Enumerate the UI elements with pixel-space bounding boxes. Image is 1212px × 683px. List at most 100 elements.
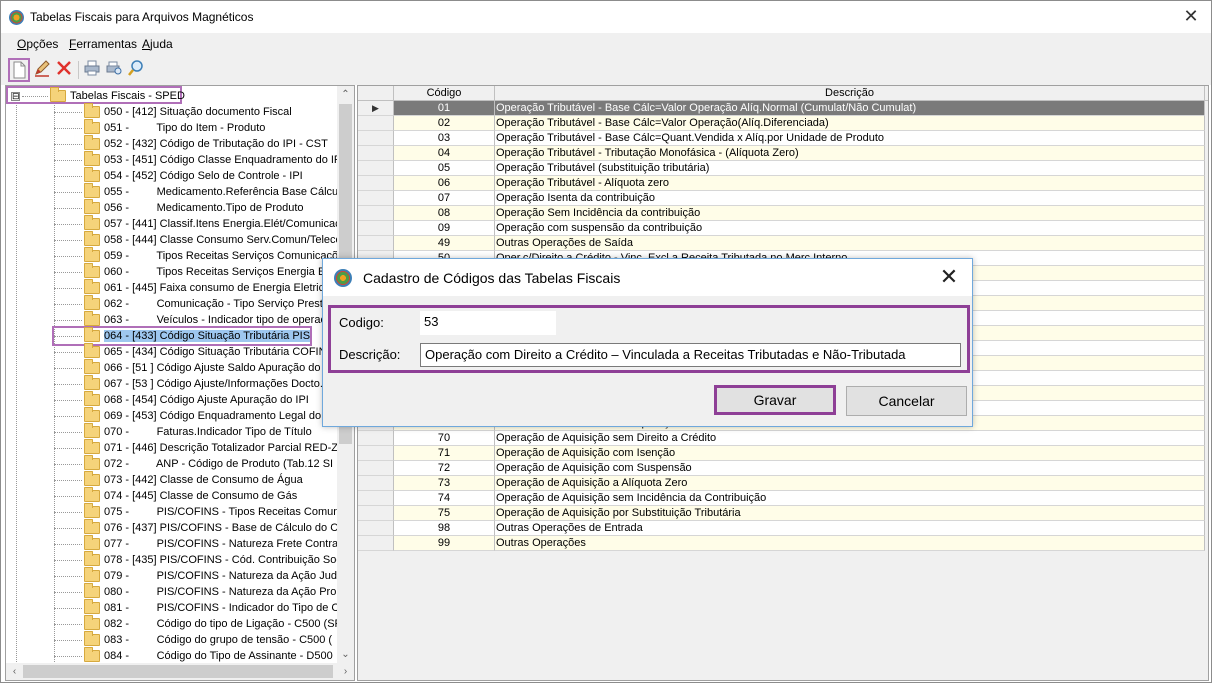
column-header-description[interactable]: Descrição xyxy=(495,86,1205,101)
cell-code[interactable]: 73 xyxy=(394,476,495,491)
table-row[interactable]: 07 Operação Isenta da contribuição xyxy=(358,191,1208,206)
table-row[interactable]: 72 Operação de Aquisição com Suspensão xyxy=(358,461,1208,476)
table-row[interactable]: 49 Outras Operações de Saída xyxy=(358,236,1208,251)
cell-code[interactable]: 72 xyxy=(394,461,495,476)
cell-code[interactable]: 99 xyxy=(394,536,495,551)
tree-item[interactable]: 080 - PIS/COFINS - Natureza da Ação Pro xyxy=(54,583,336,600)
table-row[interactable]: ▶ 01 Operação Tributável - Base Cálc=Valor… xyxy=(358,101,1208,116)
row-indicator[interactable] xyxy=(358,161,394,176)
cell-description[interactable]: Operação Tributável - Base Cálc=Quant.Ve… xyxy=(495,131,1205,146)
cell-code[interactable]: 03 xyxy=(394,131,495,146)
tree-item[interactable]: 060 - Tipos Receitas Serviços Energia El xyxy=(54,263,328,280)
row-indicator[interactable] xyxy=(358,521,394,536)
scroll-right-icon[interactable]: › xyxy=(337,663,354,680)
cell-description[interactable]: Operação Tributável - Base Cálc=Valor Op… xyxy=(495,101,1205,116)
cell-description[interactable]: Operação Tributável - Alíquota zero xyxy=(495,176,1205,191)
cell-code[interactable]: 98 xyxy=(394,521,495,536)
table-row[interactable]: 71 Operação de Aquisição com Isenção xyxy=(358,446,1208,461)
cell-description[interactable]: Operação de Aquisição por Substituição T… xyxy=(495,506,1205,521)
search-button[interactable] xyxy=(126,58,148,82)
dialog-close-button[interactable]: ✕ xyxy=(938,266,960,288)
tree-horizontal-scrollbar[interactable]: ‹ › xyxy=(6,663,354,680)
tree-item[interactable]: 055 - Medicamento.Referência Base Cálcu xyxy=(54,183,338,200)
row-indicator[interactable] xyxy=(358,116,394,131)
codigo-input[interactable]: 53 xyxy=(420,311,556,335)
tree-item[interactable]: 067 - [53 ] Código Ajuste/Informações Do… xyxy=(54,375,323,392)
cell-description[interactable]: Operação de Aquisição com Isenção xyxy=(495,446,1205,461)
tree-item[interactable]: 064 - [433] Código Situação Tributária P… xyxy=(51,326,313,346)
tree-item[interactable]: 057 - [441] Classif.Itens Energia.Elét/C… xyxy=(54,215,341,232)
table-row[interactable]: 02 Operação Tributável - Base Cálc=Valor … xyxy=(358,116,1208,131)
scroll-up-icon[interactable]: ⌃ xyxy=(337,86,354,103)
cell-code[interactable]: 49 xyxy=(394,236,495,251)
row-indicator[interactable] xyxy=(358,491,394,506)
row-indicator[interactable] xyxy=(358,191,394,206)
row-indicator[interactable] xyxy=(358,431,394,446)
tree-item[interactable]: 078 - [435] PIS/COFINS - Cód. Contribuiç… xyxy=(54,551,342,568)
tree-item[interactable]: 061 - [445] Faixa consumo de Energia Ele… xyxy=(54,279,330,296)
tree-item[interactable]: 052 - [432] Código de Tributação do IPI … xyxy=(54,135,328,152)
cell-description[interactable]: Operação de Aquisição sem Incidência da … xyxy=(495,491,1205,506)
current-row-indicator-icon[interactable]: ▶ xyxy=(358,101,394,116)
tree-item[interactable]: 069 - [453] Código Enquadramento Legal d… xyxy=(54,407,327,424)
tree-item[interactable]: 054 - [452] Código Selo de Controle - IP… xyxy=(54,167,303,184)
row-indicator[interactable] xyxy=(358,536,394,551)
row-indicator[interactable] xyxy=(358,446,394,461)
table-row[interactable]: 75 Operação de Aquisição por Substituição… xyxy=(358,506,1208,521)
row-indicator[interactable] xyxy=(358,146,394,161)
cell-code[interactable]: 09 xyxy=(394,221,495,236)
descricao-input[interactable]: Operação com Direito a Crédito – Vincula… xyxy=(420,343,961,367)
cell-description[interactable]: Operação Sem Incidência da contribuição xyxy=(495,206,1205,221)
table-row[interactable]: 05 Operação Tributável (substituição trib… xyxy=(358,161,1208,176)
cell-code[interactable]: 74 xyxy=(394,491,495,506)
cancel-button[interactable]: Cancelar xyxy=(846,386,967,416)
tables-tree[interactable]: ⊟ Tabelas Fiscais - SPED 050 - [412] Sit… xyxy=(5,85,355,681)
row-indicator[interactable] xyxy=(358,236,394,251)
tree-root-node[interactable]: ⊟ Tabelas Fiscais - SPED xyxy=(8,87,185,104)
table-row[interactable]: 73 Operação de Aquisição a Alíquota Zero xyxy=(358,476,1208,491)
print-preview-button[interactable] xyxy=(104,58,126,82)
cell-description[interactable]: Operação com suspensão da contribuição xyxy=(495,221,1205,236)
tree-item[interactable]: 063 - Veículos - Indicador tipo de opera… xyxy=(54,311,326,328)
menu-opcoes[interactable]: Opções xyxy=(17,37,58,51)
tree-item[interactable]: 056 - Medicamento.Tipo de Produto xyxy=(54,199,304,216)
row-indicator[interactable] xyxy=(358,476,394,491)
save-button[interactable]: Gravar xyxy=(714,385,836,415)
row-indicator[interactable] xyxy=(358,221,394,236)
table-row[interactable]: 08 Operação Sem Incidência da contribuiçã… xyxy=(358,206,1208,221)
cell-description[interactable]: Outras Operações xyxy=(495,536,1205,551)
tree-item[interactable]: 053 - [451] Código Classe Enquadramento … xyxy=(54,151,341,168)
tree-item[interactable]: 072 - ANP - Código de Produto (Tab.12 SI xyxy=(54,455,333,472)
scroll-left-icon[interactable]: ‹ xyxy=(6,663,23,680)
table-row[interactable]: 03 Operação Tributável - Base Cálc=Quant.… xyxy=(358,131,1208,146)
row-indicator[interactable] xyxy=(358,131,394,146)
cell-description[interactable]: Outras Operações de Saída xyxy=(495,236,1205,251)
table-row[interactable]: 99 Outras Operações xyxy=(358,536,1208,551)
cell-description[interactable]: Operação de Aquisição a Alíquota Zero xyxy=(495,476,1205,491)
tree-item[interactable]: 058 - [444] Classe Consumo Serv.Comun/Te… xyxy=(54,231,342,248)
cell-description[interactable]: Operação de Aquisição sem Direito a Créd… xyxy=(495,431,1205,446)
delete-record-button[interactable] xyxy=(54,58,76,82)
table-row[interactable]: 70 Operação de Aquisição sem Direito a Cr… xyxy=(358,431,1208,446)
cell-code[interactable]: 06 xyxy=(394,176,495,191)
tree-item[interactable]: 079 - PIS/COFINS - Natureza da Ação Jud xyxy=(54,567,337,584)
row-indicator[interactable] xyxy=(358,206,394,221)
tree-item[interactable]: 070 - Faturas.Indicador Tipo de Título xyxy=(54,423,312,440)
cell-code[interactable]: 07 xyxy=(394,191,495,206)
table-row[interactable]: 09 Operação com suspensão da contribuição xyxy=(358,221,1208,236)
window-close-button[interactable]: ✕ xyxy=(1181,6,1201,26)
tree-item[interactable]: 074 - [445] Classe de Consumo de Gás xyxy=(54,487,297,504)
column-header-code[interactable]: Código xyxy=(394,86,495,101)
row-indicator[interactable] xyxy=(358,461,394,476)
scroll-down-icon[interactable]: ⌄ xyxy=(337,646,354,663)
new-record-button[interactable] xyxy=(8,58,30,82)
tree-item[interactable]: 082 - Código do tipo de Ligação - C500 (… xyxy=(54,615,341,632)
cell-code[interactable]: 04 xyxy=(394,146,495,161)
cell-description[interactable]: Operação Tributável - Tributação Monofás… xyxy=(495,146,1205,161)
table-row[interactable]: 74 Operação de Aquisição sem Incidência d… xyxy=(358,491,1208,506)
cell-description[interactable]: Operação de Aquisição com Suspensão xyxy=(495,461,1205,476)
tree-item[interactable]: 065 - [434] Código Situação Tributária C… xyxy=(54,343,334,360)
cell-code[interactable]: 70 xyxy=(394,431,495,446)
tree-item[interactable]: 084 - Código do Tipo de Assinante - D500 xyxy=(54,647,333,664)
tree-item[interactable]: 051 - Tipo do Item - Produto xyxy=(54,119,265,136)
